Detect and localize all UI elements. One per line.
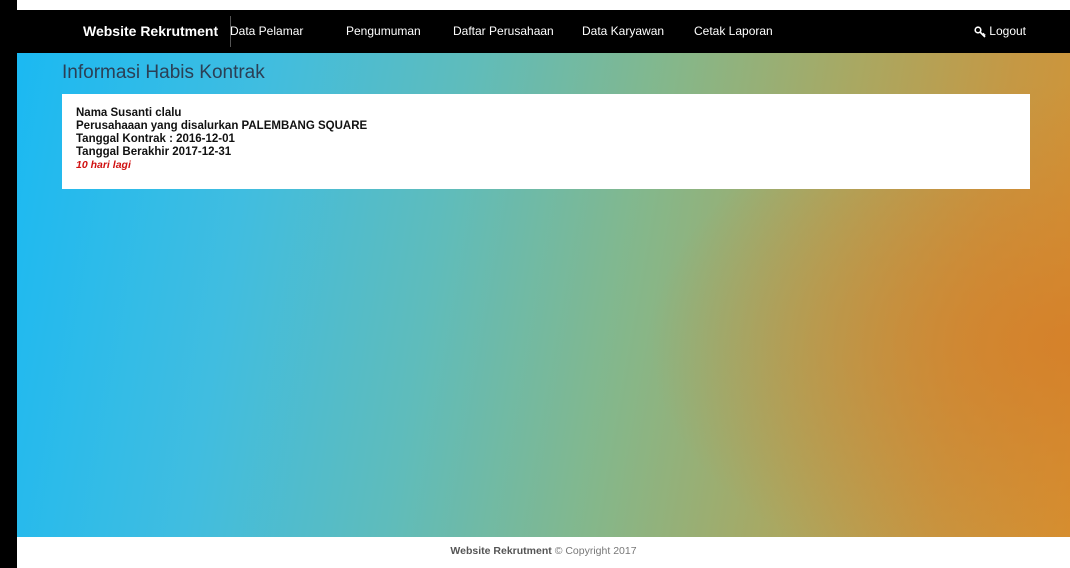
nav-item-pengumuman[interactable]: Pengumuman: [346, 10, 421, 53]
nav-item-cetak-laporan[interactable]: Cetak Laporan: [694, 10, 773, 53]
nav-item-data-pelamar[interactable]: Data Pelamar: [230, 10, 303, 53]
contract-end-date: Tanggal Berakhir 2017-12-31: [76, 146, 232, 158]
page: Website Rekrutment Data Pelamar Pengumum…: [0, 0, 1070, 568]
key-icon: [974, 25, 986, 38]
employee-name: Nama Susanti clalu: [76, 107, 182, 119]
footer-copyright: © Copyright 2017: [554, 545, 637, 557]
nav-item-daftar-perusahaan[interactable]: Daftar Perusahaan: [453, 10, 554, 53]
brand-link[interactable]: Website Rekrutment: [83, 10, 218, 53]
contract-start-date: Tanggal Kontrak : 2016-12-01: [76, 133, 235, 145]
logout-button[interactable]: Logout: [974, 10, 1026, 53]
left-edge-bar: [0, 0, 17, 568]
top-navbar: Website Rekrutment Data Pelamar Pengumum…: [17, 10, 1070, 53]
contract-info-body: Nama Susanti clalu Perusahaaan yang disa…: [76, 107, 367, 172]
page-title: Informasi Habis Kontrak: [62, 62, 265, 83]
logout-label: Logout: [989, 24, 1026, 38]
footer: Website Rekrutment © Copyright 2017: [17, 537, 1070, 568]
days-remaining: 10 hari lagi: [76, 159, 131, 171]
main-content: Informasi Habis Kontrak Nama Susanti cla…: [17, 53, 1070, 537]
top-gap: [17, 0, 1070, 10]
contract-info-card: Nama Susanti clalu Perusahaaan yang disa…: [62, 94, 1030, 189]
footer-brand: Website Rekrutment: [450, 545, 552, 557]
nav-item-data-karyawan[interactable]: Data Karyawan: [582, 10, 664, 53]
company-assigned: Perusahaaan yang disalurkan PALEMBANG SQ…: [76, 120, 368, 132]
